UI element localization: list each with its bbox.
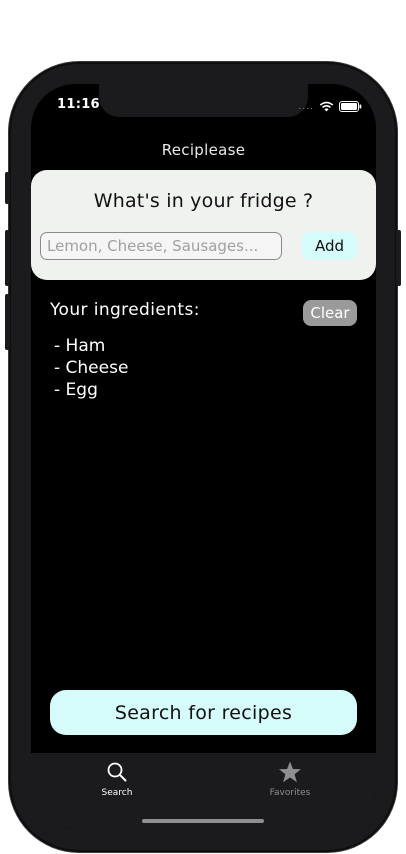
ingredient-input[interactable] (40, 232, 282, 260)
clear-button[interactable]: Clear (303, 300, 357, 326)
add-button[interactable]: Add (302, 232, 357, 260)
status-time: 11:16 (57, 97, 100, 112)
ingredient-item: - Egg (54, 380, 98, 400)
wifi-icon (319, 97, 334, 116)
volume-down-button (5, 294, 10, 350)
power-button (396, 230, 401, 286)
signal-dots: .... (298, 101, 314, 112)
magnifier-icon (106, 762, 128, 787)
search-recipes-button[interactable]: Search for recipes (50, 690, 357, 735)
battery-icon (339, 97, 362, 116)
search-card: What's in your fridge ? Add (31, 170, 376, 280)
nav-title: Reciplease (161, 141, 246, 159)
app-screen: 11:16 .... Reciplease What's in your fri… (31, 84, 376, 829)
notch (99, 84, 308, 117)
ingredients-label: Your ingredients: (50, 300, 200, 320)
tab-favorites[interactable]: Favorites (245, 761, 335, 798)
volume-up-button (5, 230, 10, 286)
home-indicator[interactable] (142, 819, 264, 823)
silent-switch (5, 172, 10, 204)
ingredient-item: - Ham (54, 336, 106, 356)
tab-bar: Search Favorites (31, 753, 376, 829)
tab-search[interactable]: Search (72, 761, 162, 798)
tab-label-favorites: Favorites (269, 788, 311, 798)
tab-label-search: Search (101, 788, 133, 798)
ingredient-list: - Ham - Cheese - Egg (54, 335, 128, 401)
status-icons: .... (299, 97, 362, 116)
fridge-question: What's in your fridge ? (93, 190, 314, 212)
star-icon (278, 761, 302, 787)
ingredient-item: - Cheese (54, 358, 129, 378)
